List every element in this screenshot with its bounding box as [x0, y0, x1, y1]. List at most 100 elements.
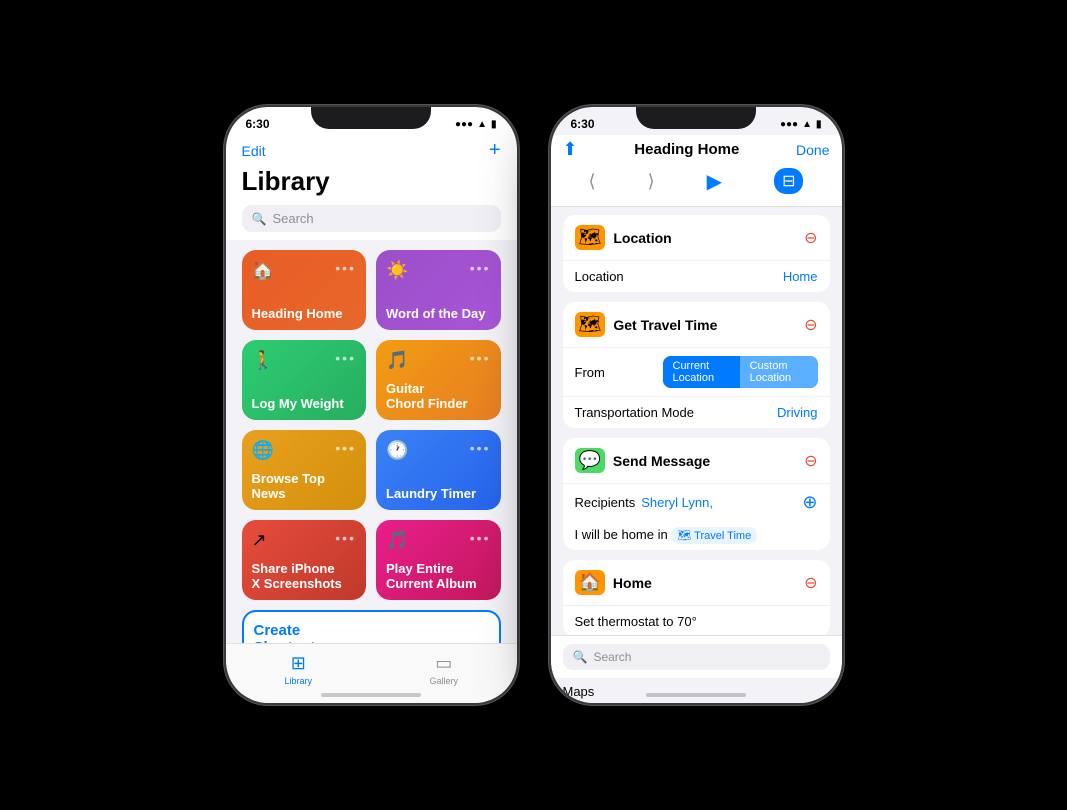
- tile-dots-5[interactable]: •••: [335, 440, 356, 456]
- location-card: 🗺 Location ⊖ Location Home: [563, 215, 830, 292]
- travel-time-title: Get Travel Time: [613, 317, 796, 333]
- tile-header-7: ↗ •••: [252, 530, 357, 551]
- location-label: Location: [575, 269, 655, 284]
- tile-icon-8: 🎵: [386, 530, 408, 551]
- recipients-value[interactable]: Sheryl Lynn,: [641, 495, 713, 510]
- transport-row: Transportation Mode Driving: [563, 397, 830, 428]
- tile-header-1: 🏠 •••: [252, 260, 357, 281]
- location-row: Location Home: [563, 261, 830, 292]
- recipients-row: Recipients Sheryl Lynn, ⊕: [563, 484, 830, 521]
- recipients-label: Recipients: [575, 495, 636, 510]
- location-icon: 🗺: [575, 225, 606, 250]
- tile-header-3: 🚶 •••: [252, 350, 357, 371]
- tile-header-2: ☀️ •••: [386, 260, 491, 281]
- home-action-icon: 🏠: [575, 570, 605, 595]
- travel-time-badge[interactable]: 🗺 Travel Time: [671, 527, 757, 544]
- time-right: 6:30: [571, 117, 595, 131]
- tile-icon-6: 🕐: [386, 440, 408, 461]
- tile-header-4: 🎵 •••: [386, 350, 491, 371]
- nav-gallery[interactable]: ▭ Gallery: [371, 653, 517, 694]
- tile-dots-7[interactable]: •••: [335, 530, 356, 546]
- from-label: From: [575, 365, 655, 380]
- travel-time-remove-button[interactable]: ⊖: [804, 315, 817, 335]
- travel-time-card: 🗺 Get Travel Time ⊖ From Current Locatio…: [563, 302, 830, 428]
- location-value[interactable]: Home: [783, 269, 818, 284]
- wifi-icon-right: ▲: [802, 119, 812, 130]
- signal-icon-right: ●●●: [780, 119, 798, 130]
- phones-container: 6:30 ●●● ▲ ▮ Edit + Library 🔍 Search: [224, 105, 844, 705]
- tile-label-log-weight: Log My Weight: [252, 396, 357, 412]
- send-message-remove-button[interactable]: ⊖: [804, 451, 817, 471]
- tile-guitar-chord-finder[interactable]: 🎵 ••• GuitarChord Finder: [376, 340, 501, 420]
- custom-location-option[interactable]: Custom Location: [740, 356, 818, 388]
- bottom-search-bar[interactable]: 🔍 Search: [563, 644, 830, 670]
- add-button[interactable]: +: [489, 139, 501, 162]
- bottom-search-placeholder: Search: [593, 650, 631, 664]
- home-remove-button[interactable]: ⊖: [804, 573, 817, 593]
- tile-label-browse-news: Browse Top News: [252, 471, 357, 502]
- transport-label: Transportation Mode: [575, 405, 694, 420]
- tile-dots-1[interactable]: •••: [335, 260, 356, 276]
- library-title: Library: [242, 166, 501, 197]
- tile-dots-4[interactable]: •••: [470, 350, 491, 366]
- tile-word-of-the-day[interactable]: ☀️ ••• Word of the Day: [376, 250, 501, 330]
- tile-dots-6[interactable]: •••: [470, 440, 491, 456]
- search-placeholder-left: Search: [272, 211, 313, 226]
- send-message-title: Send Message: [613, 453, 796, 469]
- search-bar-left[interactable]: 🔍 Search: [242, 205, 501, 232]
- tile-label-heading-home: Heading Home: [252, 306, 357, 322]
- tile-browse-top-news[interactable]: 🌐 ••• Browse Top News: [242, 430, 367, 510]
- library-header-top: Edit +: [242, 139, 501, 162]
- transport-value[interactable]: Driving: [777, 405, 817, 420]
- location-title: Location: [613, 230, 796, 246]
- thermostat-text: Set thermostat to 70°: [575, 614, 697, 629]
- home-indicator-right: [646, 693, 746, 697]
- current-location-option[interactable]: Current Location: [663, 356, 740, 388]
- tile-log-my-weight[interactable]: 🚶 ••• Log My Weight: [242, 340, 367, 420]
- tile-dots-3[interactable]: •••: [335, 350, 356, 366]
- nav-library[interactable]: ⊞ Library: [226, 653, 372, 694]
- status-icons-right: ●●● ▲ ▮: [780, 119, 822, 130]
- done-button[interactable]: Done: [796, 142, 829, 158]
- tile-icon-7: ↗: [252, 530, 267, 551]
- tile-heading-home[interactable]: 🏠 ••• Heading Home: [242, 250, 367, 330]
- battery-icon: ▮: [491, 119, 497, 130]
- travel-time-icon: 🗺: [575, 312, 606, 337]
- search-icon-left: 🔍: [252, 212, 267, 226]
- tile-icon-4: 🎵: [386, 350, 408, 371]
- tile-play-album[interactable]: 🎵 ••• Play EntireCurrent Album: [376, 520, 501, 600]
- detail-scroll[interactable]: 🗺 Location ⊖ Location Home 🗺 Get Travel …: [551, 207, 842, 673]
- toolbar-fwd-icon[interactable]: ⟩: [648, 171, 655, 192]
- tile-share-iphone[interactable]: ↗ ••• Share iPhoneX Screenshots: [242, 520, 367, 600]
- toolbar-play-button[interactable]: ▶: [707, 169, 722, 194]
- add-recipient-button[interactable]: ⊕: [802, 492, 817, 513]
- library-nav-icon: ⊞: [291, 653, 306, 674]
- travel-time-header: 🗺 Get Travel Time ⊖: [563, 302, 830, 348]
- signal-icon: ●●●: [455, 119, 473, 130]
- wifi-icon: ▲: [477, 119, 487, 130]
- tile-icon-2: ☀️: [386, 260, 408, 281]
- tile-dots-2[interactable]: •••: [470, 260, 491, 276]
- toolbar-toggle-button[interactable]: ⊟: [774, 168, 803, 194]
- tile-dots-8[interactable]: •••: [470, 530, 491, 546]
- time-left: 6:30: [246, 117, 270, 131]
- tile-laundry-timer[interactable]: 🕐 ••• Laundry Timer: [376, 430, 501, 510]
- tile-icon-1: 🏠: [252, 260, 274, 281]
- message-text-static: I will be home in: [575, 527, 672, 542]
- edit-button[interactable]: Edit: [242, 143, 266, 159]
- shortcuts-grid: 🏠 ••• Heading Home ☀️ ••• Word of the Da…: [226, 240, 517, 610]
- home-action-title: Home: [613, 575, 796, 591]
- share-button[interactable]: ⬆: [563, 139, 578, 160]
- toolbar-back-icon[interactable]: ⟨: [589, 171, 596, 192]
- travel-from-row: From Current Location Custom Location: [563, 348, 830, 397]
- library-nav-label: Library: [284, 676, 312, 686]
- location-remove-button[interactable]: ⊖: [804, 228, 817, 248]
- detail-toolbar: ⟨ ⟩ ▶ ⊟: [563, 160, 830, 198]
- status-icons-left: ●●● ▲ ▮: [455, 119, 497, 130]
- home-indicator-left: [321, 693, 421, 697]
- tile-icon-3: 🚶: [252, 350, 274, 371]
- location-segment[interactable]: Current Location Custom Location: [663, 356, 818, 388]
- detail-header-row: ⬆ Heading Home Done: [563, 139, 830, 160]
- home-card: 🏠 Home ⊖ Set thermostat to 70°: [563, 560, 830, 637]
- tile-icon-5: 🌐: [252, 440, 274, 461]
